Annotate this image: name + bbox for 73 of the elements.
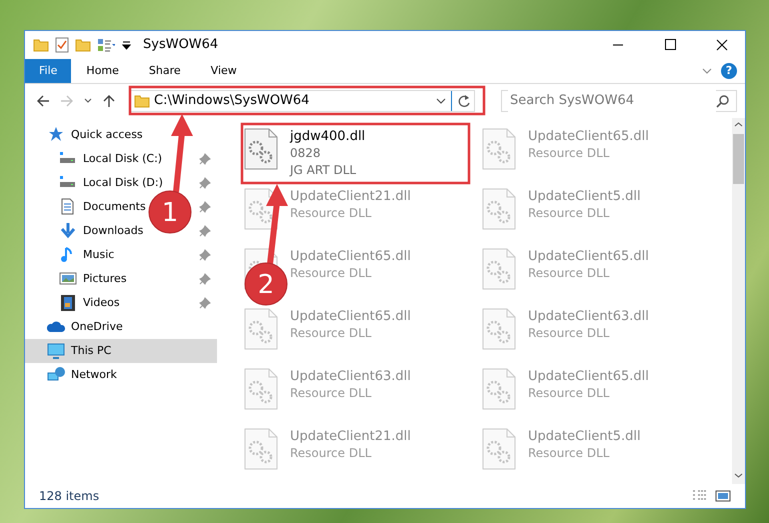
search-field[interactable]: Search SysWOW64 [501, 90, 737, 112]
address-bar[interactable]: C:\Windows\SysWOW64 [129, 90, 475, 112]
forward-arrow-icon [60, 94, 74, 108]
sidebar-item[interactable]: This PC [71, 342, 112, 360]
chevron-down-icon [84, 97, 92, 105]
pin-icon[interactable] [199, 297, 211, 309]
sidebar-item[interactable]: Downloads [83, 222, 144, 240]
back-arrow-icon [36, 94, 50, 108]
ribbon-tab[interactable]: Home [71, 59, 134, 83]
file-description: Resource DLL [290, 445, 372, 462]
sidebar-item[interactable]: Quick access [71, 126, 143, 144]
folder-icon [134, 93, 150, 109]
pin-icon[interactable] [199, 273, 211, 285]
sidebar-item[interactable]: Music [83, 246, 114, 264]
pin-icon[interactable] [199, 225, 211, 237]
sidebar-item[interactable]: Local Disk (C:) [83, 150, 162, 168]
search-icon[interactable] [716, 94, 730, 108]
help-button[interactable]: ? [721, 63, 737, 79]
gear-file-icon [244, 428, 278, 470]
gear-file-icon [244, 128, 278, 170]
step-marker [244, 262, 288, 306]
file-description: Resource DLL [528, 205, 610, 222]
sidebar-item[interactable]: Local Disk (D:) [83, 174, 163, 192]
sidebar-item[interactable]: Documents [83, 198, 146, 216]
gear-file-icon [244, 308, 278, 350]
properties-icon[interactable] [97, 37, 115, 53]
folder-icon[interactable] [75, 37, 91, 53]
file-description: JG ART DLL [290, 162, 356, 179]
ribbon-tab[interactable]: Share [134, 59, 196, 83]
gear-file-icon [482, 248, 516, 290]
file-description: Resource DLL [290, 265, 372, 282]
file-description: Resource DLL [290, 325, 372, 342]
monitor-icon [47, 342, 65, 360]
step-marker [148, 190, 192, 234]
pin-icon[interactable] [199, 201, 211, 213]
item-count: 128 items [39, 488, 100, 505]
gear-file-icon [482, 188, 516, 230]
folder-icon[interactable] [33, 37, 49, 53]
star-icon [47, 126, 65, 144]
file-description: Resource DLL [528, 445, 610, 462]
step-number: 2 [258, 270, 274, 300]
pin-icon[interactable] [199, 177, 211, 189]
file-description: 0828 [290, 145, 321, 162]
sidebar-item[interactable]: Videos [83, 294, 120, 312]
sidebar-item[interactable]: OneDrive [71, 318, 123, 336]
file-description: Resource DLL [290, 385, 372, 402]
film-icon [59, 294, 77, 312]
checkmark-icon[interactable] [55, 37, 69, 53]
file-description: Resource DLL [528, 265, 610, 282]
step-number: 1 [162, 198, 178, 228]
large-icons-view-icon[interactable] [715, 489, 731, 503]
gear-file-icon [244, 368, 278, 410]
file-description: Resource DLL [528, 145, 610, 162]
gear-file-icon [482, 368, 516, 410]
close-icon [716, 39, 728, 51]
file-description: Resource DLL [528, 385, 610, 402]
maximize-icon [664, 39, 676, 51]
pin-icon[interactable] [199, 249, 211, 261]
pin-icon[interactable] [199, 153, 211, 165]
file-description: Resource DLL [528, 325, 610, 342]
window-title: SysWOW64 [143, 36, 218, 54]
file-name[interactable]: jgdw400.dll [290, 128, 366, 145]
up-arrow-icon [102, 94, 116, 108]
file-description: Resource DLL [290, 205, 372, 222]
file-menu-button[interactable]: File [25, 59, 72, 83]
download-arrow-icon [59, 222, 77, 240]
gear-file-icon [482, 428, 516, 470]
sidebar-item[interactable]: Network [71, 366, 117, 384]
vertical-scrollbar[interactable] [732, 118, 745, 484]
ribbon-tab[interactable]: View [196, 59, 252, 83]
sidebar-item[interactable]: Pictures [83, 270, 127, 288]
gear-file-icon [482, 308, 516, 350]
gear-file-icon [482, 128, 516, 170]
